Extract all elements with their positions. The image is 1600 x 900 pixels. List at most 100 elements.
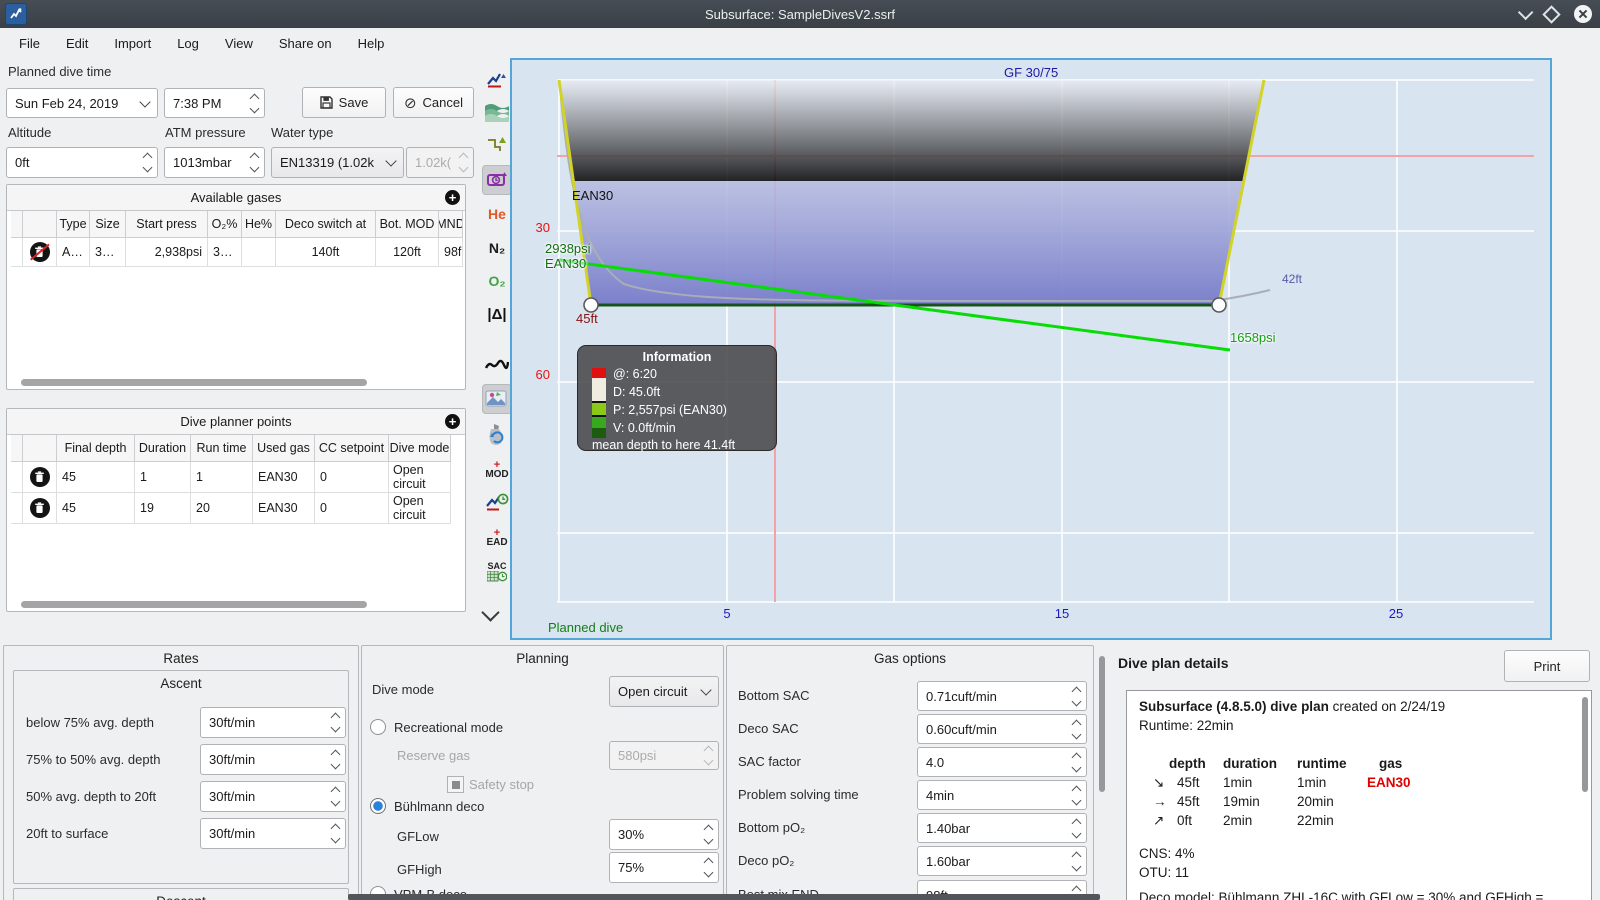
gases-col-size[interactable]: Size bbox=[90, 211, 126, 238]
points-col-divemode[interactable]: Dive mode bbox=[389, 435, 451, 462]
altitude-spinner[interactable]: 0ft bbox=[6, 147, 158, 178]
dive-profile-chart[interactable]: GF 30/75 EAN30 30 60 2938psi EAN30 45ft … bbox=[510, 58, 1552, 640]
heart-rate-icon[interactable] bbox=[482, 350, 512, 380]
deco-sac-spinner[interactable]: 0.60cuft/min bbox=[917, 714, 1087, 744]
dive-ascent-icon[interactable] bbox=[482, 64, 512, 94]
calculated-ceiling-icon[interactable] bbox=[482, 131, 512, 161]
water-type-combo[interactable]: EN13319 (1.02k bbox=[271, 147, 404, 178]
atm-pressure-spinner[interactable]: 1013mbar bbox=[164, 147, 265, 178]
photos-icon[interactable] bbox=[482, 384, 512, 414]
nitrogen-icon[interactable]: N₂ bbox=[482, 233, 512, 263]
points-col-duration[interactable]: Duration bbox=[135, 435, 191, 462]
print-button[interactable]: Print bbox=[1504, 650, 1590, 682]
gases-col-he[interactable]: He% bbox=[242, 211, 276, 238]
menu-file[interactable]: File bbox=[6, 31, 53, 56]
menu-import[interactable]: Import bbox=[101, 31, 164, 56]
tooltip-speed: V: 0.0ft/min bbox=[613, 421, 676, 435]
points-col-finaldepth[interactable]: Final depth bbox=[57, 435, 135, 462]
bottom-po2-spinner[interactable]: 1.40bar bbox=[917, 813, 1087, 843]
deco-po2-label: Deco pO₂ bbox=[738, 853, 795, 868]
dive-date-combo[interactable]: Sun Feb 24, 2019 bbox=[6, 88, 158, 118]
safety-stop-checkbox bbox=[447, 776, 464, 793]
bottom-po2-label: Bottom pO₂ bbox=[738, 820, 806, 835]
recreational-mode-radio[interactable] bbox=[370, 719, 386, 735]
dive-mode-combo[interactable]: Open circuit bbox=[609, 676, 719, 707]
planned-dive-time-label: Planned dive time bbox=[8, 64, 112, 79]
delete-point-icon[interactable] bbox=[29, 498, 50, 518]
waves-icon[interactable] bbox=[482, 97, 512, 127]
rates-title: Rates bbox=[163, 651, 199, 666]
bottom-hscrollbar[interactable] bbox=[348, 894, 1100, 900]
rate-spinner-1[interactable]: 30ft/min bbox=[200, 707, 346, 738]
bottom-vscrollbar[interactable] bbox=[1099, 656, 1105, 792]
cancel-button[interactable]: ⊘ Cancel bbox=[393, 87, 474, 118]
gases-col-startpress[interactable]: Start press bbox=[126, 211, 208, 238]
safety-stop-label: Safety stop bbox=[469, 777, 535, 792]
gases-table-row[interactable]: A… 3… 2,938psi 3… 140ft 120ft 98f bbox=[11, 238, 463, 267]
mean-depth-label: 42ft bbox=[1282, 272, 1303, 286]
ead-icon[interactable]: + EAD bbox=[482, 523, 512, 553]
plan-details-textbox[interactable]: Subsurface (4.8.5.0) dive plan created o… bbox=[1126, 690, 1592, 900]
maximize-icon[interactable] bbox=[1542, 4, 1561, 24]
sac-icon[interactable]: SAC bbox=[482, 557, 512, 587]
gflow-spinner[interactable]: 30% bbox=[609, 819, 719, 850]
gases-col-botmod[interactable]: Bot. MOD bbox=[376, 211, 439, 238]
oxygen-icon[interactable]: O₂ bbox=[482, 266, 512, 296]
points-hscrollbar[interactable] bbox=[21, 601, 367, 608]
add-planner-point-button[interactable]: + bbox=[445, 414, 460, 429]
plan-runtime: Runtime: 22min bbox=[1139, 718, 1234, 733]
gases-col-o2[interactable]: O₂% bbox=[208, 211, 242, 238]
deco-time-icon[interactable] bbox=[482, 489, 512, 519]
rate-spinner-4[interactable]: 30ft/min bbox=[200, 818, 346, 849]
bottom-sac-spinner[interactable]: 0.71cuft/min bbox=[917, 681, 1087, 711]
gases-col-type[interactable]: Type bbox=[57, 211, 90, 238]
gfhigh-spinner[interactable]: 75% bbox=[609, 852, 719, 883]
gases-col-mnd[interactable]: MND bbox=[439, 211, 463, 238]
save-icon bbox=[319, 96, 333, 109]
helium-icon[interactable]: He bbox=[482, 199, 512, 229]
mean-depth-delta-icon[interactable]: |Δ| bbox=[482, 299, 512, 329]
plan-details-vscrollbar[interactable] bbox=[1582, 697, 1588, 792]
plan-table-row: → 45ft 19min 20min bbox=[1153, 794, 1334, 809]
delete-point-icon[interactable] bbox=[29, 467, 50, 487]
deco-po2-spinner[interactable]: 1.60bar bbox=[917, 846, 1087, 876]
dc-ceiling-icon[interactable] bbox=[482, 165, 512, 195]
save-button[interactable]: Save bbox=[302, 87, 386, 118]
dive-mode-label: Dive mode bbox=[372, 682, 435, 697]
toolbar-scroll-down-icon[interactable] bbox=[481, 603, 500, 622]
delete-gas-icon[interactable] bbox=[29, 242, 50, 262]
planner-point-row[interactable]: 45 19 20 EAN30 0 Open circuit bbox=[11, 493, 455, 524]
dive-time-spinner[interactable]: 7:38 PM bbox=[164, 88, 265, 118]
points-col-usedgas[interactable]: Used gas bbox=[253, 435, 315, 462]
add-gas-button[interactable]: + bbox=[445, 190, 460, 205]
points-col-ccsetpoint[interactable]: CC setpoint bbox=[315, 435, 389, 462]
mod-icon[interactable]: + MOD bbox=[482, 455, 512, 485]
rate-spinner-2[interactable]: 30ft/min bbox=[200, 744, 346, 775]
problem-time-spinner[interactable]: 4min bbox=[917, 780, 1087, 810]
rate-spinner-3[interactable]: 30ft/min bbox=[200, 781, 346, 812]
gas-bag-icon[interactable] bbox=[482, 420, 512, 450]
menu-edit[interactable]: Edit bbox=[53, 31, 101, 56]
menu-help[interactable]: Help bbox=[345, 31, 398, 56]
close-icon[interactable] bbox=[1574, 5, 1592, 23]
window-title: Subsurface: SampleDivesV2.ssrf bbox=[704, 6, 896, 22]
gfhigh-label: GFHigh bbox=[397, 862, 442, 877]
gflow-label: GFLow bbox=[397, 829, 439, 844]
sac-factor-label: SAC factor bbox=[738, 754, 801, 769]
plan-table-header: depth duration runtime gas bbox=[1169, 756, 1403, 771]
atm-pressure-label: ATM pressure bbox=[165, 125, 246, 140]
segment-gas-label: EAN30 bbox=[572, 188, 614, 203]
plan-otu: OTU: 11 bbox=[1139, 865, 1190, 880]
sac-factor-spinner[interactable]: 4.0 bbox=[917, 747, 1087, 777]
gases-col-decoswitch[interactable]: Deco switch at bbox=[276, 211, 376, 238]
menu-view[interactable]: View bbox=[212, 31, 266, 56]
tooltip-mean-depth: mean depth to here 41.4ft bbox=[592, 438, 736, 452]
minimize-icon[interactable] bbox=[1517, 4, 1534, 20]
gases-hscrollbar[interactable] bbox=[21, 379, 367, 386]
menu-log[interactable]: Log bbox=[164, 31, 212, 56]
information-tooltip[interactable]: Information @: 6:20 D: 45.0ft P: 2,557ps… bbox=[577, 345, 777, 452]
points-col-runtime[interactable]: Run time bbox=[191, 435, 253, 462]
planner-point-row[interactable]: 45 1 1 EAN30 0 Open circuit bbox=[11, 462, 455, 493]
menu-share-on[interactable]: Share on bbox=[266, 31, 345, 56]
buhlmann-deco-radio[interactable] bbox=[370, 798, 386, 814]
